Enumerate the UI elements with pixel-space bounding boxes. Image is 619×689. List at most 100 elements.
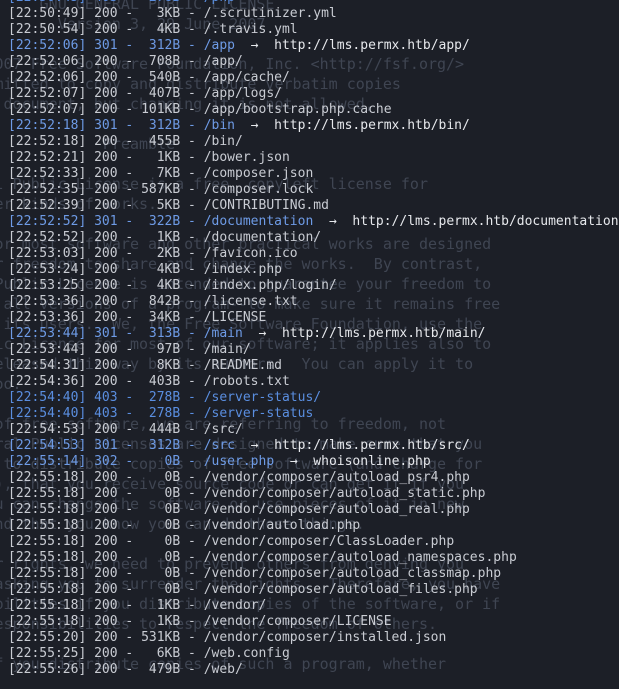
log-timestamp: [22:55:25] <box>8 646 87 661</box>
log-line: [22:52:33] 200 - 7KB - /composer.json <box>8 166 619 182</box>
log-path: /documentation/ <box>203 230 322 245</box>
log-timestamp: [22:55:18] <box>8 598 87 613</box>
log-size: 4KB <box>141 22 181 37</box>
redirect-target: http://lms.permx.htb/main/ <box>281 326 486 341</box>
log-status-code: 403 <box>94 406 118 421</box>
log-size: 322B <box>141 214 181 229</box>
log-separator: - <box>117 134 142 149</box>
log-timestamp: [22:52:06] <box>8 38 87 53</box>
log-timestamp: [22:55:18] <box>8 486 87 501</box>
log-separator: - <box>180 310 204 325</box>
log-line: [22:52:52] 200 - 1KB - /documentation/ <box>8 230 619 246</box>
log-separator: - <box>117 630 142 645</box>
log-size: 278B <box>141 0 180 5</box>
log-line: [22:52:21] 200 - 1KB - /bower.json <box>8 150 619 166</box>
log-line: [22:53:44] 301 - 313B - /main → http://l… <box>8 326 619 342</box>
log-separator: - <box>180 358 204 373</box>
log-timestamp: [22:55:18] <box>8 566 87 581</box>
log-separator: - <box>117 70 142 85</box>
log-separator: - <box>180 534 204 549</box>
log-size: 842B <box>141 294 181 309</box>
log-timestamp: [22:52:39] <box>8 198 87 213</box>
log-status-code: 200 <box>94 262 118 277</box>
log-path: /robots.txt <box>203 374 290 389</box>
log-separator: - <box>117 262 142 277</box>
log-separator: - <box>117 150 142 165</box>
log-separator: - <box>180 38 204 53</box>
log-size: 6KB <box>141 646 181 661</box>
log-status-code: 200 <box>94 646 118 661</box>
terminal-window[interactable]: GNU GENERAL PUBLIC LICENSE Version 3, 29… <box>0 0 619 689</box>
log-status-code: 200 <box>94 310 118 325</box>
log-line: [22:52:06] 200 - 540B - /app/cache/ <box>8 70 619 86</box>
log-separator: - <box>117 438 142 453</box>
log-separator: - <box>117 54 142 69</box>
log-separator: - <box>180 598 204 613</box>
log-path: /index.php/login/ <box>203 278 337 293</box>
log-separator: - <box>117 454 142 469</box>
log-size: 0B <box>141 550 181 565</box>
log-timestamp: [22:53:44] <box>8 342 87 357</box>
log-size: 101KB <box>141 102 181 117</box>
log-timestamp: [22:52:35] <box>8 182 87 197</box>
log-status-code: 200 <box>94 614 118 629</box>
log-size: 444B <box>141 422 181 437</box>
log-timestamp: [22:55:18] <box>8 550 87 565</box>
log-status-code: 301 <box>94 214 118 229</box>
log-size: 8KB <box>141 358 181 373</box>
redirect-target: whoisonline.php <box>313 454 431 469</box>
log-separator: - <box>117 294 142 309</box>
log-status-code: 200 <box>94 550 118 565</box>
log-separator: - <box>180 214 204 229</box>
log-timestamp: [22:52:52] <box>8 214 87 229</box>
log-separator: - <box>117 342 142 357</box>
log-timestamp: [22:55:20] <box>8 630 87 645</box>
log-timestamp: [22:53:24] <box>8 262 87 277</box>
log-timestamp: [22:52:52] <box>8 230 87 245</box>
log-separator: - <box>180 486 204 501</box>
log-separator: - <box>117 550 142 565</box>
log-path: /favicon.ico <box>203 246 298 261</box>
log-path: /php <box>204 0 235 5</box>
log-status-code: 200 <box>94 22 118 37</box>
log-timestamp: [22:50:54] <box>8 22 87 37</box>
log-path: /documentation <box>203 214 314 229</box>
log-size: 312B <box>141 118 181 133</box>
log-separator: - <box>117 358 142 373</box>
log-path: /bin/ <box>203 134 243 149</box>
log-path: /src <box>203 438 236 453</box>
log-path: /src/ <box>203 422 243 437</box>
log-separator: - <box>117 614 142 629</box>
log-separator: - <box>180 22 204 37</box>
log-size: 587KB <box>141 182 181 197</box>
log-separator: - <box>180 278 204 293</box>
log-status-code: 403 <box>94 0 117 5</box>
log-status-code: 200 <box>94 582 118 597</box>
log-line: [22:50:54] 200 - 4KB - /.travis.yml <box>8 22 619 38</box>
log-separator: - <box>180 198 204 213</box>
log-line: [22:55:18] 200 - 0B - /vendor/composer/a… <box>8 502 619 518</box>
log-line: [22:52:39] 200 - 5KB - /CONTRIBUTING.md <box>8 198 619 214</box>
log-status-code: 301 <box>94 118 118 133</box>
log-path: /vendor/composer/autoload_namespaces.php <box>203 550 517 565</box>
redirect-arrow-icon: → <box>250 118 259 133</box>
log-separator: - <box>117 534 142 549</box>
log-separator: - <box>180 518 204 533</box>
log-separator: - <box>117 182 142 197</box>
log-path: /LICENSE <box>203 310 267 325</box>
log-line: [22:52:18] 301 - 312B - /bin → http://lm… <box>8 118 619 134</box>
log-line: [22:52:06] 200 - 708B - /app/ <box>8 54 619 70</box>
log-path: /app <box>203 38 236 53</box>
log-status-code: 200 <box>94 518 118 533</box>
log-separator: - <box>117 38 142 53</box>
log-path: /web/ <box>203 662 243 677</box>
log-status-code: 200 <box>94 358 118 373</box>
log-size: 278B <box>141 390 181 405</box>
log-status-code: 200 <box>94 6 118 21</box>
log-timestamp: [22:54:40] <box>8 406 87 421</box>
log-timestamp: [22:52:06] <box>8 70 87 85</box>
log-separator: - <box>117 662 142 677</box>
log-separator: - <box>180 246 204 261</box>
log-size: 479B <box>141 662 181 677</box>
log-size: 34KB <box>141 310 181 325</box>
